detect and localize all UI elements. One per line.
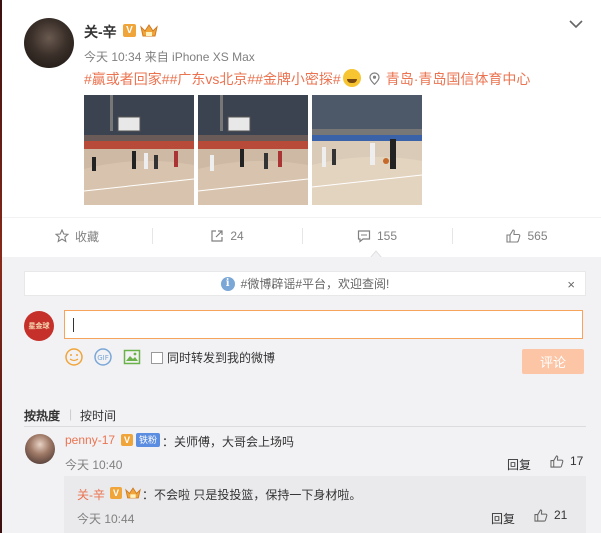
notice-text[interactable]: #微博辟谣#平台，欢迎查阅! — [241, 275, 390, 292]
repost-count: 24 — [230, 229, 244, 243]
gif-icon[interactable]: GIF — [94, 348, 112, 366]
reply-item: 关-辛 V ：不会啦 只是投投篮，保持一下身材啦。 今天 10:44 回复 21 — [64, 476, 586, 533]
post-content: #赢或者回家##广东vs北京##金牌小密探# 青岛·青岛国信体育中心 — [84, 69, 530, 89]
weibo-post-card: 关-辛 V 今天 10:34 来自 iPhone XS Max #赢或者回家##… — [2, 0, 601, 533]
comment-text: ：关师傅，大哥会上场吗 — [162, 435, 295, 449]
reply-like-count: 21 — [554, 508, 568, 522]
reply-like-button[interactable]: 21 — [534, 508, 567, 522]
grin-emoji-icon — [342, 69, 361, 87]
sort-by-time[interactable]: 按时间 — [80, 407, 116, 424]
thumbs-up-icon — [534, 508, 548, 522]
comment-like-button[interactable]: 17 — [550, 454, 583, 468]
hashtag-links[interactable]: #赢或者回家##广东vs北京##金牌小密探# — [84, 71, 341, 87]
comment-input[interactable] — [64, 310, 583, 339]
post-image-2[interactable] — [198, 95, 308, 205]
favorite-button[interactable]: 收藏 — [2, 218, 152, 254]
close-icon[interactable]: × — [567, 277, 575, 292]
reply-button[interactable]: 回复 — [491, 510, 515, 527]
like-count: 565 — [527, 229, 548, 243]
image-icon[interactable] — [123, 348, 141, 366]
author-avatar[interactable] — [24, 18, 74, 68]
sort-by-hot[interactable]: 按热度 — [24, 407, 60, 424]
crown-icon — [140, 24, 158, 37]
fan-badge: 铁粉 — [136, 433, 161, 447]
repost-icon — [211, 230, 223, 242]
verified-badge: V — [121, 434, 133, 446]
emoji-icon[interactable] — [65, 348, 83, 366]
crown-icon — [125, 487, 141, 499]
repost-button[interactable]: 24 — [152, 218, 302, 254]
info-icon: i — [220, 276, 235, 291]
comment-button[interactable]: 155 — [302, 218, 452, 254]
comment-count: 155 — [376, 229, 398, 243]
reply-text: ：不会啦 只是投投篮，保持一下身材啦。 — [142, 488, 362, 502]
reply-button[interactable]: 回复 — [507, 456, 531, 473]
comment-like-count: 17 — [570, 454, 584, 468]
location-link[interactable]: 青岛·青岛国信体育中心 — [369, 71, 531, 87]
location-pin-icon — [369, 72, 380, 86]
forward-checkbox[interactable]: 同时转发到我的微博 — [151, 349, 275, 366]
svg-text:GIF: GIF — [97, 354, 109, 362]
post-image-3[interactable] — [312, 95, 422, 205]
forward-label: 同时转发到我的微博 — [167, 351, 276, 365]
comment-icon — [357, 230, 371, 243]
commenter-avatar[interactable] — [25, 434, 55, 464]
sort-divider — [24, 426, 586, 427]
thumbs-up-icon — [506, 229, 521, 243]
text-cursor — [73, 318, 74, 332]
checkbox-box[interactable] — [151, 351, 163, 364]
thumbs-up-icon — [550, 454, 564, 468]
chevron-down-icon[interactable] — [569, 18, 583, 30]
post-image-1[interactable] — [84, 95, 194, 205]
location-text: 青岛·青岛国信体育中心 — [385, 71, 531, 87]
rumor-notice-bar[interactable]: i #微博辟谣#平台，欢迎查阅! × — [24, 271, 586, 296]
reply-time: 今天 10:44 — [77, 512, 135, 526]
favorite-label: 收藏 — [74, 229, 99, 244]
star-icon — [54, 229, 69, 243]
verified-badge: V — [123, 24, 136, 37]
post-meta: 今天 10:34 来自 iPhone XS Max — [84, 50, 255, 64]
submit-comment-button[interactable]: 评论 — [522, 349, 584, 374]
like-button[interactable]: 565 — [452, 218, 601, 254]
commenter-name[interactable]: penny-17 — [65, 433, 115, 447]
comments-panel: i #微博辟谣#平台，欢迎查阅! × 星金球 GIF 同时转发到我的微博 评论 — [2, 257, 601, 533]
sort-separator: | — [69, 407, 73, 421]
my-avatar[interactable]: 星金球 — [24, 311, 54, 341]
comment-time: 今天 10:40 — [65, 458, 123, 472]
reply-author-name[interactable]: 关-辛 — [77, 486, 105, 503]
post-action-bar: 收藏 24 155 565 — [2, 217, 601, 253]
verified-badge: V — [110, 487, 122, 499]
author-name[interactable]: 关-辛 — [84, 22, 117, 42]
